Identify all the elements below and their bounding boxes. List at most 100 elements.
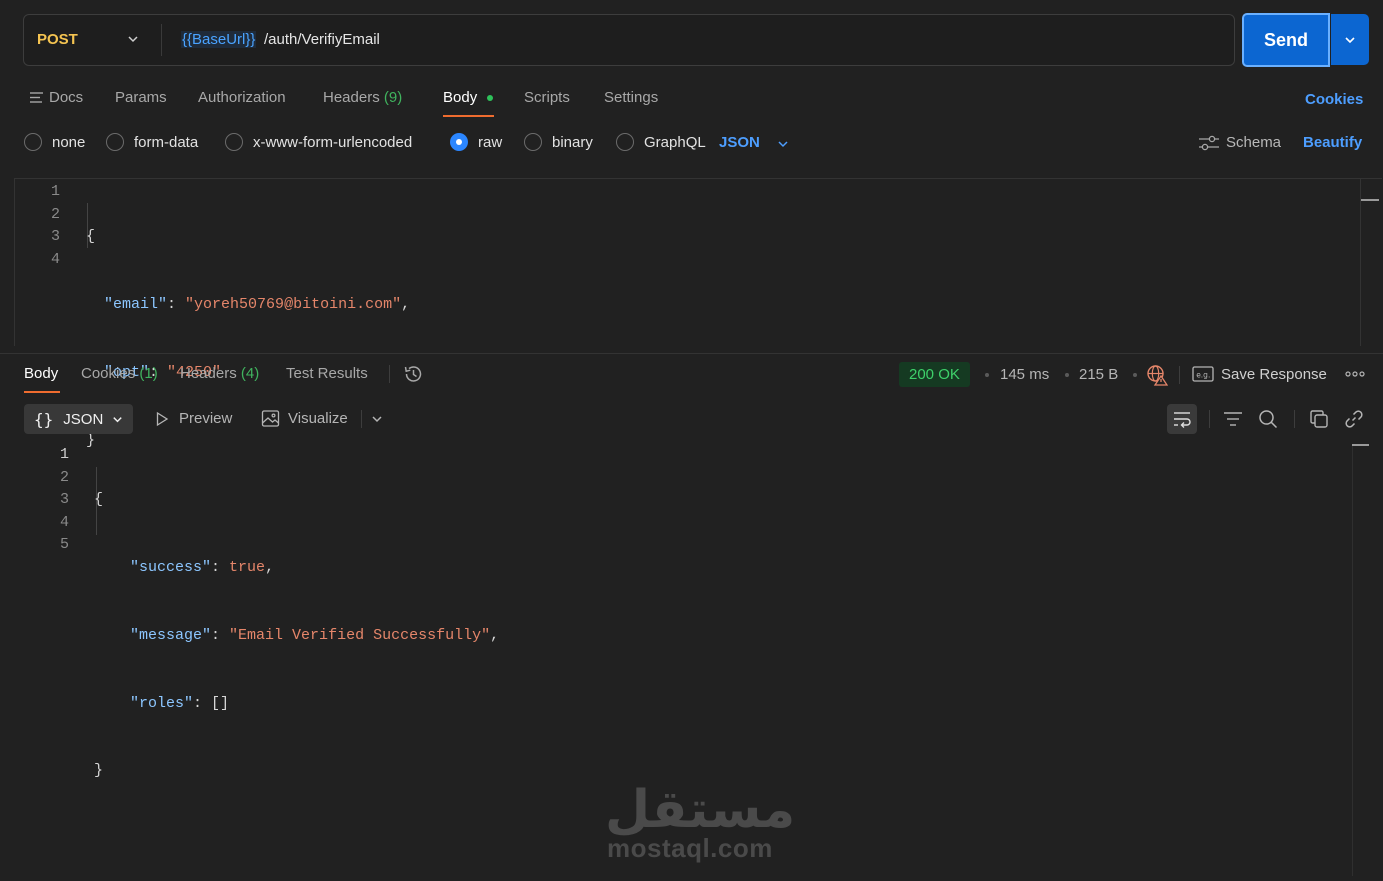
json-key: "email" bbox=[104, 295, 168, 313]
response-tab-test-results[interactable]: Test Results bbox=[286, 365, 368, 382]
pane-divider[interactable] bbox=[0, 353, 1383, 354]
filter-icon[interactable] bbox=[1223, 410, 1243, 428]
history-icon[interactable] bbox=[403, 364, 424, 384]
watermark-text: mostaql.com bbox=[607, 833, 773, 863]
radio-graphql[interactable] bbox=[616, 133, 634, 151]
divider bbox=[361, 410, 362, 428]
network-warning-icon[interactable] bbox=[1146, 364, 1168, 386]
wrap-lines-button[interactable] bbox=[1167, 404, 1197, 434]
schema-icon bbox=[1199, 135, 1219, 151]
json-key: "message" bbox=[130, 626, 212, 644]
visualize-button[interactable]: Visualize bbox=[288, 410, 348, 427]
url-input[interactable]: /auth/VerifiyEmail bbox=[264, 31, 380, 48]
response-tab-headers[interactable]: Headers (4) bbox=[180, 365, 259, 382]
search-icon[interactable] bbox=[1258, 409, 1278, 429]
radio-none[interactable] bbox=[24, 133, 42, 151]
response-scrollbar[interactable] bbox=[1352, 446, 1353, 876]
preview-button[interactable]: Preview bbox=[179, 410, 232, 427]
active-tab-indicator bbox=[443, 115, 494, 117]
status-badge[interactable]: 200 OK bbox=[899, 362, 970, 387]
tab-authorization[interactable]: Authorization bbox=[198, 89, 286, 106]
json-boolean: true bbox=[229, 558, 266, 576]
play-icon bbox=[156, 411, 169, 427]
response-tab-cookies[interactable]: Cookies (1) bbox=[81, 365, 158, 382]
radio-binary-label[interactable]: binary bbox=[552, 134, 593, 151]
body-modified-indicator bbox=[487, 95, 493, 101]
tab-body[interactable]: Body bbox=[443, 89, 477, 106]
tab-scripts[interactable]: Scripts bbox=[524, 89, 570, 106]
beautify-button[interactable]: Beautify bbox=[1303, 134, 1362, 151]
json-string: "yoreh50769@bitoini.com" bbox=[185, 295, 402, 313]
chevron-down-icon[interactable] bbox=[370, 412, 384, 426]
cookies-link[interactable]: Cookies bbox=[1305, 91, 1363, 108]
tab-params[interactable]: Params bbox=[115, 89, 167, 106]
url-variable[interactable]: {{BaseUrl}} bbox=[181, 31, 257, 48]
url-separator bbox=[161, 24, 162, 56]
divider bbox=[1209, 410, 1210, 428]
radio-urlencoded-label[interactable]: x-www-form-urlencoded bbox=[253, 134, 412, 151]
request-code[interactable]: { "email": "yoreh50769@bitoini.com", "op… bbox=[86, 181, 410, 475]
radio-form-data-label[interactable]: form-data bbox=[134, 134, 198, 151]
braces-icon: {} bbox=[34, 409, 54, 429]
image-icon bbox=[261, 410, 280, 427]
method-select[interactable]: POST bbox=[37, 31, 78, 48]
copy-icon[interactable] bbox=[1309, 409, 1329, 429]
line-number: 1 bbox=[50, 183, 60, 200]
more-options-icon[interactable] bbox=[1345, 370, 1365, 378]
code-brace: { bbox=[86, 228, 96, 246]
radio-binary[interactable] bbox=[524, 133, 542, 151]
radio-form-data[interactable] bbox=[106, 133, 124, 151]
editor-scrollbar[interactable] bbox=[1360, 179, 1361, 346]
response-tab-body[interactable]: Body bbox=[24, 365, 58, 382]
chevron-down-icon[interactable] bbox=[776, 137, 790, 151]
chevron-down-icon[interactable] bbox=[126, 32, 140, 46]
json-key: "success" bbox=[130, 558, 212, 576]
link-icon[interactable] bbox=[1344, 409, 1364, 429]
tab-headers[interactable]: Headers (9) bbox=[323, 89, 402, 106]
response-code[interactable]: { "success": true, "message": "Email Ver… bbox=[94, 444, 499, 806]
line-number: 1 bbox=[59, 446, 69, 463]
response-tab-headers-label: Headers bbox=[180, 365, 237, 382]
save-response-icon: e.g. bbox=[1192, 366, 1214, 382]
svg-text:e.g.: e.g. bbox=[1196, 371, 1210, 380]
json-key: "roles" bbox=[130, 694, 194, 712]
line-number: 2 bbox=[59, 468, 69, 486]
send-options-button[interactable] bbox=[1331, 14, 1369, 65]
response-format-label: JSON bbox=[63, 410, 104, 428]
active-tab-indicator bbox=[24, 391, 60, 393]
schema-button[interactable]: Schema bbox=[1226, 134, 1281, 151]
chevron-down-icon bbox=[113, 416, 123, 422]
body-format-select[interactable]: JSON bbox=[719, 134, 760, 151]
response-line-numbers: 1 2 3 4 5 bbox=[49, 444, 69, 557]
response-format-select[interactable]: {} JSON bbox=[24, 404, 133, 434]
line-number: 4 bbox=[59, 513, 69, 531]
request-line-numbers: 1 2 3 4 bbox=[40, 181, 60, 271]
cookies-count: (1) bbox=[139, 365, 158, 382]
tab-settings[interactable]: Settings bbox=[604, 89, 658, 106]
save-response-button[interactable]: Save Response bbox=[1221, 366, 1327, 383]
radio-urlencoded[interactable] bbox=[225, 133, 243, 151]
dot-separator bbox=[1133, 373, 1137, 377]
radio-graphql-label[interactable]: GraphQL bbox=[644, 134, 706, 151]
docs-icon bbox=[30, 92, 43, 103]
radio-raw-label[interactable]: raw bbox=[478, 134, 502, 151]
scrollbar-thumb[interactable] bbox=[1352, 444, 1369, 446]
divider bbox=[1294, 410, 1295, 428]
line-number: 2 bbox=[50, 205, 60, 223]
line-number: 4 bbox=[50, 250, 60, 268]
tab-docs[interactable]: Docs bbox=[49, 89, 83, 106]
send-button[interactable]: Send bbox=[1242, 13, 1330, 67]
line-number: 5 bbox=[59, 536, 69, 554]
radio-raw[interactable] bbox=[450, 133, 468, 151]
headers-count: (4) bbox=[240, 365, 260, 382]
scrollbar-thumb[interactable] bbox=[1361, 199, 1379, 201]
response-time[interactable]: 145 ms bbox=[1000, 366, 1049, 383]
divider bbox=[1179, 366, 1180, 384]
json-string: "Email Verified Successfully" bbox=[229, 626, 491, 644]
radio-none-label[interactable]: none bbox=[52, 134, 85, 151]
chevron-down-icon bbox=[1345, 36, 1355, 43]
line-number: 3 bbox=[50, 228, 60, 246]
dot-separator bbox=[985, 373, 989, 377]
response-size[interactable]: 215 B bbox=[1079, 366, 1118, 383]
dot-separator bbox=[1065, 373, 1069, 377]
